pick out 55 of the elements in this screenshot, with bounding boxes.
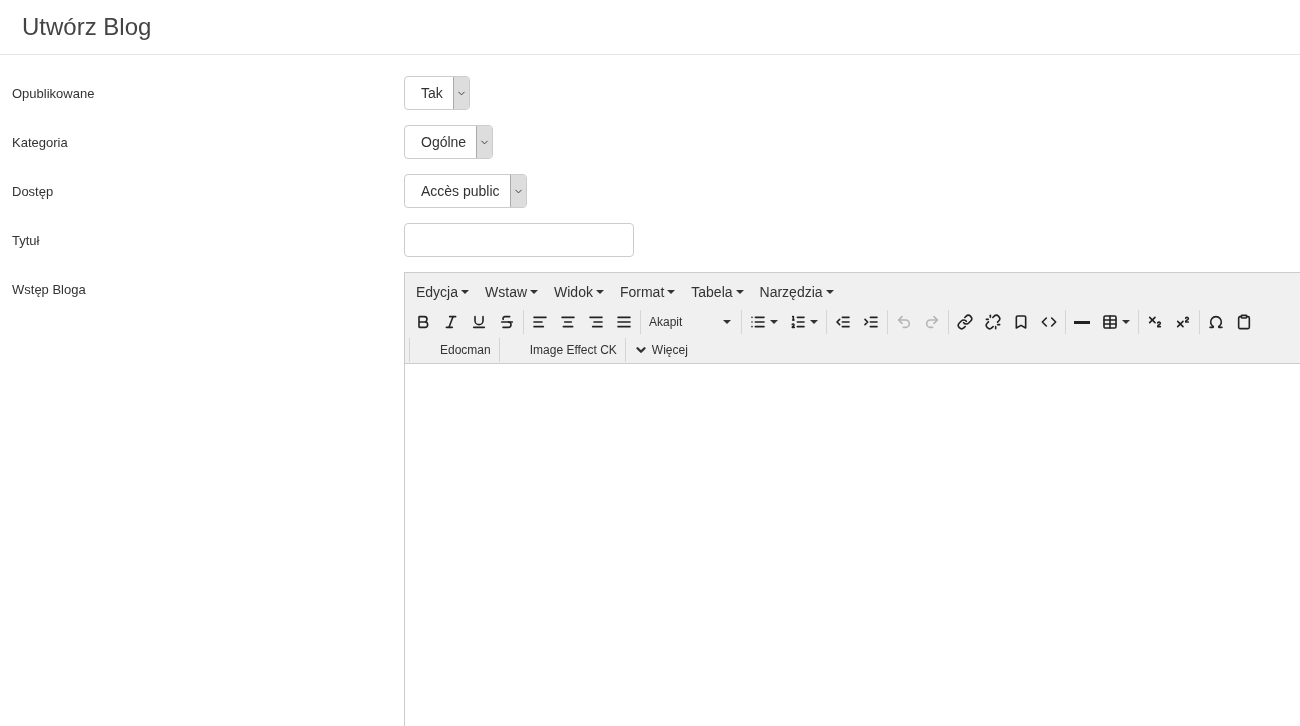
select-field[interactable]: Accès public <box>404 174 527 208</box>
caret-icon <box>825 290 834 294</box>
undo-icon <box>896 314 912 330</box>
bullet-list-icon <box>750 314 766 330</box>
code-icon <box>1041 314 1057 330</box>
caret-icon <box>595 290 604 294</box>
menu-item[interactable]: Narzędzia <box>752 280 841 304</box>
bold-icon <box>415 314 431 330</box>
numbered-list-icon <box>790 314 806 330</box>
align-center-icon <box>560 314 576 330</box>
field-label: Dostęp <box>11 183 55 199</box>
indent-icon <box>863 314 879 330</box>
underline-icon <box>471 314 487 330</box>
caret-icon <box>461 290 470 294</box>
redo-icon <box>924 314 940 330</box>
caret-icon <box>723 320 731 324</box>
rich-text-editor[interactable]: Edycja Wstaw Widok Format Tabela Narzędzia Akapit Edocman Image Effect CK Więcej <box>404 272 1300 726</box>
outdent-icon <box>835 314 851 330</box>
plugin-button[interactable]: Edocman <box>409 338 499 362</box>
align-justify-icon <box>616 314 632 330</box>
unlink-icon <box>985 314 1001 330</box>
subscript-icon <box>1147 314 1163 330</box>
format-dropdown[interactable]: Akapit <box>643 310 739 334</box>
page-title: Utwórz Blog <box>22 13 152 41</box>
italic-icon <box>443 314 459 330</box>
align-right-icon <box>588 314 604 330</box>
field-label: Tytuł <box>11 232 41 248</box>
link-icon <box>957 314 973 330</box>
menu-item[interactable]: Widok <box>547 280 611 304</box>
table-icon <box>1102 314 1118 330</box>
superscript-icon <box>1175 314 1191 330</box>
menu-item[interactable]: Wstaw <box>478 280 546 304</box>
more-button[interactable]: Więcej <box>624 338 696 362</box>
caret-icon <box>667 290 676 294</box>
clipboard-icon <box>1236 314 1252 330</box>
caret-icon <box>530 290 539 294</box>
align-left-icon <box>532 314 548 330</box>
strikethrough-icon <box>499 314 515 330</box>
field-label: Opublikowane <box>11 85 96 101</box>
caret-icon <box>770 320 778 324</box>
caret-icon <box>1122 320 1130 324</box>
menu-item[interactable]: Edycja <box>409 280 477 304</box>
bookmark-icon <box>1013 314 1029 330</box>
caret-icon <box>735 290 744 294</box>
plugin-button[interactable]: Image Effect CK <box>498 338 625 362</box>
field-label: Wstęp Bloga <box>11 281 87 297</box>
select-field[interactable]: Tak <box>404 76 470 110</box>
menu-item[interactable]: Tabela <box>684 280 751 304</box>
menu-item[interactable]: Format <box>612 280 683 304</box>
omega-icon <box>1208 314 1224 330</box>
field-label: Kategoria <box>11 134 69 150</box>
caret-icon <box>810 320 818 324</box>
input-field[interactable] <box>404 223 634 257</box>
more-label: Więcej <box>651 343 688 357</box>
select-field[interactable]: Ogólne <box>404 125 494 159</box>
